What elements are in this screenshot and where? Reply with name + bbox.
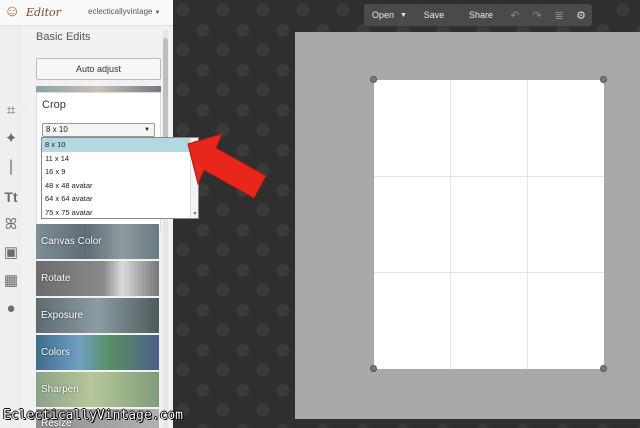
tool-canvas-color[interactable]: Canvas Color (36, 224, 159, 259)
crop-size-dropdown[interactable]: 8 x 10 11 x 14 16 x 9 48 x 48 avatar 64 … (41, 137, 199, 219)
grid-line (450, 80, 451, 369)
dropdown-option[interactable]: 48 x 48 avatar (42, 179, 198, 193)
texture-icon[interactable]: ▦ (0, 272, 22, 290)
user-menu[interactable]: eclecticallyvintage ▼ (88, 7, 160, 16)
grid-line (374, 176, 604, 177)
tool-label: Sharpen (41, 384, 79, 395)
crop-canvas[interactable] (374, 80, 604, 369)
save-label: Save (423, 10, 445, 20)
history-icon[interactable]: ≣ (548, 4, 570, 26)
auto-adjust-button[interactable]: Auto adjust (36, 58, 161, 80)
magic-wand-icon[interactable]: ✦ (0, 130, 22, 148)
apple-icon[interactable]: ● (0, 300, 22, 318)
dropdown-option[interactable]: 75 x 75 avatar (42, 206, 198, 220)
red-arrow-icon (187, 133, 267, 199)
open-label: Open (372, 10, 395, 20)
tool-label: Colors (41, 347, 70, 358)
redo-icon[interactable]: ↷ (526, 4, 548, 26)
dropdown-option[interactable]: 8 x 10 (42, 138, 198, 152)
user-name: eclecticallyvintage (88, 7, 153, 16)
undo-icon[interactable]: ↶ (504, 4, 526, 26)
top-toolbar: Open ▼ Save Share ↶ ↷ ≣ ⚙ (364, 4, 592, 26)
tool-rail: ⌗ ✦ ❘ Tt ꕤ ▣ ▦ ● (0, 26, 22, 428)
tool-label: Exposure (41, 310, 84, 321)
tool-rotate[interactable]: Rotate (36, 261, 159, 296)
tool-sharpen[interactable]: Sharpen (36, 372, 159, 407)
crop-handle-top-left[interactable] (370, 76, 377, 83)
crop-icon[interactable]: ⌗ (0, 102, 22, 120)
scroll-down-icon[interactable]: ▼ (191, 211, 199, 217)
grid-line (527, 80, 528, 369)
brand-bar: ☺ Editor eclecticallyvintage ▼ (0, 0, 173, 26)
brush-icon[interactable]: ❘ (0, 158, 22, 176)
chevron-down-icon: ▼ (144, 127, 150, 133)
share-label: Share (468, 10, 494, 20)
monkey-logo-icon: ☺ (4, 3, 21, 20)
crop-handle-bottom-left[interactable] (370, 365, 377, 372)
butterfly-icon[interactable]: ꕤ (0, 216, 22, 234)
gear-icon[interactable]: ⚙ (570, 4, 592, 26)
crop-handle-top-right[interactable] (600, 76, 607, 83)
dropdown-option[interactable]: 11 x 14 (42, 152, 198, 166)
text-icon[interactable]: Tt (0, 188, 22, 206)
frame-icon[interactable]: ▣ (0, 244, 22, 262)
dropdown-option[interactable]: 64 x 64 avatar (42, 192, 198, 206)
dropdown-option[interactable]: 16 x 9 (42, 165, 198, 179)
tool-label: Canvas Color (41, 236, 102, 247)
tool-exposure[interactable]: Exposure (36, 298, 159, 333)
panel-scrollbar[interactable] (163, 30, 168, 428)
share-button[interactable]: Share (458, 4, 504, 26)
section-title: Basic Edits (36, 31, 91, 43)
app-logo-text: Editor (26, 6, 61, 19)
crop-size-select[interactable]: 8 x 10 ▼ (42, 123, 155, 137)
crop-handle-bottom-right[interactable] (600, 365, 607, 372)
crop-title: Crop (42, 99, 66, 111)
crop-selected-value: 8 x 10 (46, 125, 68, 134)
tool-colors[interactable]: Colors (36, 335, 159, 370)
tool-label: Rotate (41, 273, 71, 284)
watermark: EclecticallyVintage.com (3, 408, 184, 423)
grid-line (374, 272, 604, 273)
chevron-down-icon: ▼ (154, 10, 161, 16)
open-menu-button[interactable]: Open ▼ (364, 4, 410, 26)
chevron-down-icon: ▼ (400, 11, 407, 19)
save-button[interactable]: Save (410, 4, 458, 26)
